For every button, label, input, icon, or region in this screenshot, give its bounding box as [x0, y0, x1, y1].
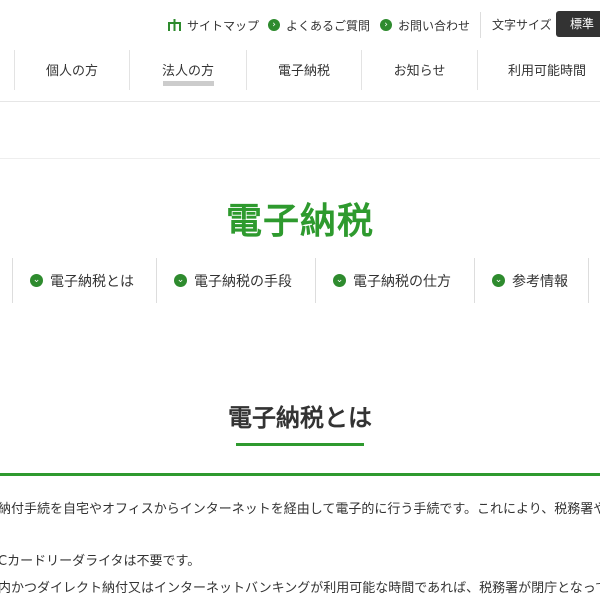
nav-item-available-hours[interactable]: 利用可能時間 — [478, 48, 600, 90]
nav-item-label: 個人の方 — [45, 63, 98, 79]
divider — [480, 12, 481, 38]
body-paragraph: 納付手続を自宅やオフィスからインターネットを経由して電子的に行う手続です。これに… — [0, 502, 600, 517]
section-heading: 電子納税とは — [228, 404, 372, 432]
anchor-link-methods[interactable]: ⌄ 電子納税の手段 — [174, 258, 292, 303]
nav-item-label: 電子納税 — [277, 63, 330, 79]
page-anchor-nav: ⌄ 電子納税とは ⌄ 電子納税の手段 ⌄ 電子納税の仕方 ⌄ 参考情報 — [0, 258, 600, 303]
chevron-down-icon: ⌄ — [174, 274, 187, 287]
chevron-down-icon: ⌄ — [333, 274, 346, 287]
section-divider — [0, 473, 600, 476]
nav-item-label: 利用可能時間 — [507, 63, 586, 79]
nav-item-e-tax-payment[interactable]: 電子納税 — [247, 48, 361, 90]
nav-item-individual[interactable]: 個人の方 — [15, 48, 129, 90]
heading-underline — [236, 443, 364, 446]
anchor-link-label: 電子納税とは — [50, 273, 134, 290]
sitemap-icon — [168, 19, 181, 31]
anchor-link-about[interactable]: ⌄ 電子納税とは — [30, 258, 134, 303]
nav-divider — [315, 258, 316, 303]
font-size-label: 文字サイズ — [492, 18, 552, 32]
chevron-right-icon: › — [380, 19, 392, 31]
nav-divider — [12, 258, 13, 303]
nav-item-news[interactable]: お知らせ — [362, 48, 477, 90]
sitemap-link[interactable]: サイトマップ — [168, 16, 259, 34]
nav-item-label: 法人の方 — [161, 63, 214, 79]
contact-label: お問い合わせ — [398, 18, 471, 33]
chevron-down-icon: ⌄ — [492, 274, 505, 287]
anchor-link-label: 電子納税の仕方 — [353, 273, 451, 290]
nav-active-indicator — [163, 81, 214, 86]
contact-link[interactable]: › お問い合わせ — [380, 16, 470, 34]
utility-bar: サイトマップ › よくあるご質問 › お問い合わせ 文字サイズ 標準 — [0, 0, 600, 48]
chevron-right-icon: › — [268, 19, 280, 31]
anchor-link-label: 電子納税の手段 — [194, 273, 292, 290]
chevron-down-icon: ⌄ — [30, 274, 43, 287]
anchor-link-references[interactable]: ⌄ 参考情報 — [492, 258, 568, 303]
sitemap-label: サイトマップ — [187, 18, 260, 33]
page-title: 電子納税 — [225, 201, 374, 242]
body-paragraph: Cカードリーダライタは不要です。 — [0, 554, 201, 569]
faq-label: よくあるご質問 — [286, 18, 371, 33]
anchor-link-how-to[interactable]: ⌄ 電子納税の仕方 — [333, 258, 451, 303]
font-size-standard-button[interactable]: 標準 — [556, 11, 600, 37]
global-nav: 個人の方 法人の方 電子納税 お知らせ 利用可能時間 — [0, 48, 600, 102]
nav-item-label: お知らせ — [393, 63, 446, 79]
anchor-link-label: 参考情報 — [512, 273, 568, 290]
divider — [0, 158, 600, 159]
faq-link[interactable]: › よくあるご質問 — [268, 16, 370, 34]
nav-divider — [588, 258, 589, 303]
nav-divider — [474, 258, 475, 303]
nav-divider — [156, 258, 157, 303]
body-paragraph: 内かつダイレクト納付又はインターネットバンキングが利用可能な時間であれば、税務署… — [0, 581, 600, 596]
